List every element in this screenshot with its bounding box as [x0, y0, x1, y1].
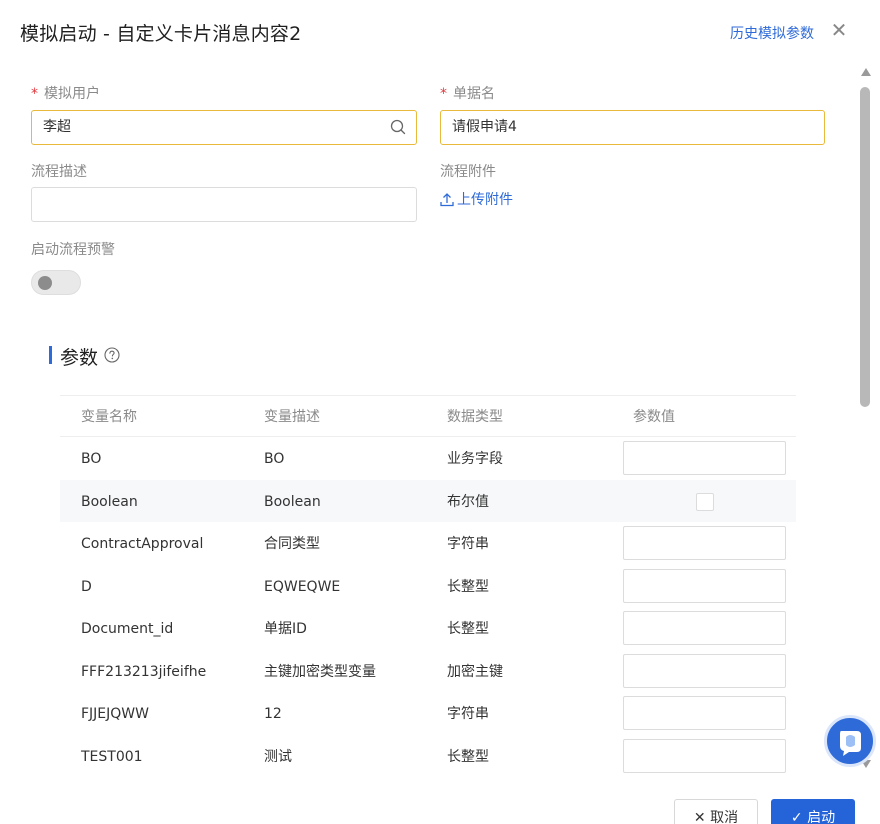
param-value-input[interactable] [623, 696, 786, 730]
row-type: 布尔值 [447, 493, 489, 510]
doc-name-input-value: 请假申请4 [452, 119, 517, 135]
param-value-input[interactable] [623, 738, 786, 773]
param-value-input[interactable] [623, 526, 786, 560]
row-type: 长整型 [447, 748, 489, 765]
cancel-label: 取消 [710, 810, 739, 824]
user-search-input[interactable]: 李超 [31, 110, 417, 145]
row-desc: 测试 [264, 748, 292, 765]
column-header-desc: 变量描述 [264, 409, 320, 425]
row-name: Boolean [81, 493, 138, 510]
start-label: 启动 [807, 810, 836, 824]
upload-label: 上传附件 [457, 192, 513, 208]
param-value-input[interactable] [623, 653, 786, 688]
assistant-icon [840, 731, 861, 756]
params-table: 变量名称 变量描述 数据类型 参数值 BO BO 业务字段 Boolean Bo… [60, 395, 796, 777]
row-desc: 单据ID [264, 621, 307, 637]
row-desc: 主键加密类型变量 [264, 663, 376, 680]
desc-field-label: 流程描述 [31, 164, 87, 180]
param-value-checkbox[interactable] [696, 492, 714, 511]
row-type: 字符串 [447, 706, 489, 722]
search-icon[interactable] [390, 119, 406, 135]
column-header-type: 数据类型 [447, 409, 503, 425]
table-row: Boolean Boolean 布尔值 [60, 479, 796, 522]
required-mark: * [440, 86, 447, 102]
row-desc: 12 [264, 706, 282, 722]
param-value-input[interactable] [623, 611, 786, 645]
upload-icon [440, 192, 454, 206]
required-mark: * [31, 86, 38, 102]
history-params-link[interactable]: 历史模拟参数 [730, 23, 814, 43]
scroll-up-arrow-icon[interactable] [861, 68, 871, 76]
row-name: FJJEJQWW [81, 706, 149, 722]
doc-name-label-text: 单据名 [453, 86, 495, 102]
column-header-name: 变量名称 [81, 409, 137, 425]
table-row: Document_id 单据ID 长整型 [60, 607, 796, 650]
assistant-button[interactable] [824, 715, 876, 767]
table-row: FFF213213jifeifhe 主键加密类型变量 加密主键 [60, 650, 796, 693]
param-value-input[interactable] [623, 441, 786, 475]
user-label-text: 模拟用户 [44, 86, 100, 102]
upload-attachment-link[interactable]: 上传附件 [440, 189, 513, 209]
row-type: 字符串 [447, 536, 489, 552]
table-row: TEST001 测试 长整型 [60, 735, 796, 778]
row-name: FFF213213jifeifhe [81, 663, 207, 680]
user-input-value: 李超 [43, 119, 71, 135]
simulate-start-dialog: 模拟启动 - 自定义卡片消息内容2 历史模拟参数 ✕ * 模拟用户 李超 * 单据名… [0, 0, 880, 824]
dialog-title: 模拟启动 - 自定义卡片消息内容2 [20, 23, 302, 45]
row-desc: Boolean [264, 493, 321, 510]
cancel-button[interactable]: ✕ 取消 [674, 799, 758, 824]
row-desc: EQWEQWE [264, 578, 341, 595]
row-name: ContractApproval [81, 536, 204, 552]
warning-field-label: 启动流程预警 [31, 242, 115, 258]
param-value-input[interactable] [623, 568, 786, 603]
row-type: 长整型 [447, 578, 489, 595]
row-type: 加密主键 [447, 663, 503, 680]
close-icon: ✕ [693, 810, 706, 824]
table-row: D EQWEQWE 长整型 [60, 565, 796, 608]
doc-name-field-label: * 单据名 [440, 83, 495, 103]
section-accent-bar [49, 346, 52, 364]
table-row: ContractApproval 合同类型 字符串 [60, 522, 796, 565]
toggle-knob [38, 276, 52, 290]
start-button[interactable]: ✓ 启动 [771, 799, 855, 824]
params-table-header: 变量名称 变量描述 数据类型 参数值 [60, 395, 796, 437]
column-header-value: 参数值 [633, 409, 675, 425]
doc-name-input[interactable]: 请假申请4 [440, 110, 825, 145]
warning-toggle[interactable] [31, 270, 81, 295]
params-section-title: 参数 [60, 347, 99, 369]
table-row: BO BO 业务字段 [60, 437, 796, 480]
row-name: BO [81, 451, 102, 467]
row-type: 长整型 [447, 621, 489, 637]
row-name: TEST001 [81, 748, 143, 765]
help-icon[interactable] [104, 347, 120, 363]
row-type: 业务字段 [447, 451, 503, 467]
attachment-field-label: 流程附件 [440, 164, 496, 180]
user-field-label: * 模拟用户 [31, 83, 100, 103]
check-icon: ✓ [790, 810, 803, 824]
row-name: D [81, 578, 92, 595]
desc-input[interactable] [31, 187, 417, 222]
row-desc: 合同类型 [264, 536, 320, 552]
table-row: FJJEJQWW 12 字符串 [60, 692, 796, 735]
row-name: Document_id [81, 621, 174, 637]
scrollbar-thumb[interactable] [860, 87, 870, 407]
close-icon[interactable]: ✕ [829, 19, 849, 41]
row-desc: BO [264, 451, 285, 467]
